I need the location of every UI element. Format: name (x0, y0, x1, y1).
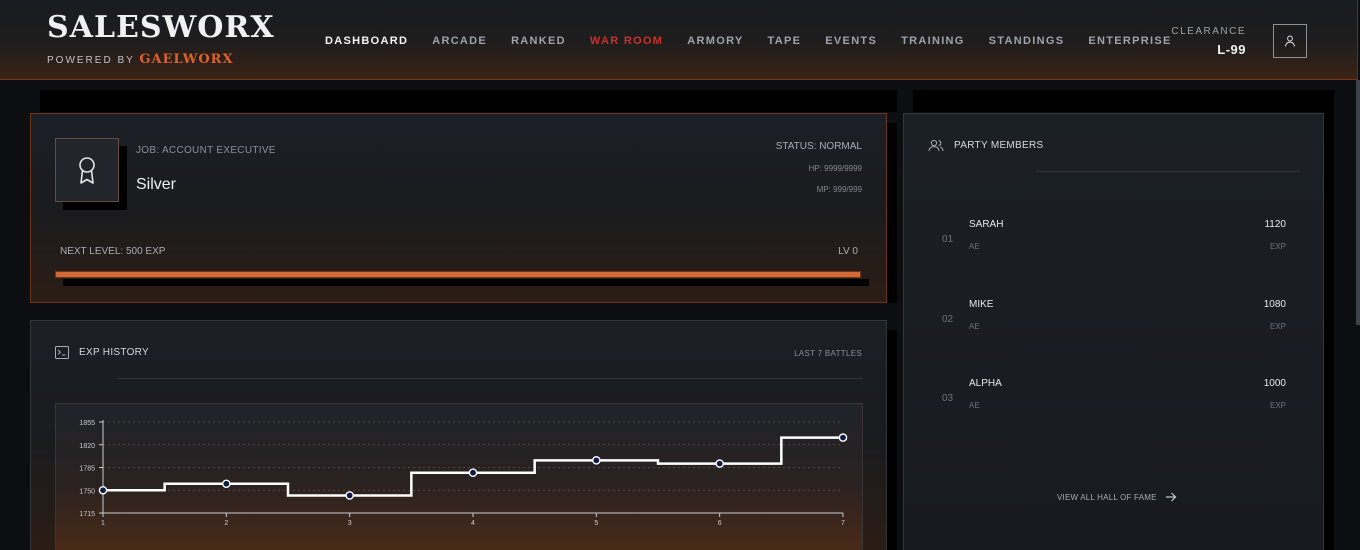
level-progress-bar (55, 271, 861, 278)
chart-y-tick-label: 1820 (79, 443, 95, 450)
nav-enterprise[interactable]: ENTERPRISE (1088, 35, 1171, 47)
rank-name: Silver (136, 176, 177, 193)
member-score: 1080 (1263, 299, 1286, 310)
nav-tape[interactable]: TAPE (768, 35, 802, 47)
next-level-text: NEXT LEVEL: 500 EXP (60, 246, 166, 257)
member-score-unit: EXP (1269, 401, 1286, 410)
chart-y-tick-label: 1855 (79, 420, 95, 427)
users-icon (928, 139, 944, 152)
party-header: PARTY MEMBERS (928, 139, 1043, 152)
terminal-icon (55, 346, 69, 359)
chart-x-tick-label: 3 (348, 520, 352, 527)
chart-x-tick-label: 1 (101, 520, 105, 527)
user-profile-button[interactable] (1273, 24, 1307, 58)
chart-x-tick-label: 6 (718, 520, 722, 527)
powered-by-label: POWERED BY (47, 55, 135, 66)
exp-history-card: EXP HISTORY LAST 7 BATTLES 1715 1750 1785 1… (30, 320, 887, 550)
member-role: AE (969, 242, 980, 251)
panel-shadow (913, 90, 1334, 112)
member-role: AE (969, 401, 980, 410)
chart-data-point (98, 485, 108, 495)
exp-chart-container: 1715 1750 1785 1820 1855 1 2 3 4 5 6 7 (55, 403, 863, 550)
nav-dashboard[interactable]: DASHBOARD (325, 35, 408, 47)
level-text: LV 0 (838, 246, 858, 257)
section-divider (117, 378, 863, 379)
brand-logo[interactable]: SALESWORX POWERED BY GAELWORX (47, 10, 275, 67)
nav-armory[interactable]: ARMORY (687, 35, 743, 47)
party-member-row[interactable]: 03 ALPHA AE 1000 EXP (928, 378, 1286, 428)
nav-war-room[interactable]: WAR ROOM (590, 35, 663, 47)
nav-arcade[interactable]: ARCADE (432, 35, 487, 47)
chart-data-point (468, 468, 478, 477)
main-nav: DASHBOARD ARCADE RANKED WAR ROOM ARMORY … (325, 35, 1196, 47)
status-text: STATUS: NORMAL (775, 141, 862, 152)
nav-events[interactable]: EVENTS (825, 35, 877, 47)
member-rank: 01 (942, 234, 954, 245)
nav-standings[interactable]: STANDINGS (989, 35, 1065, 47)
chart-x-tick-label: 7 (841, 520, 845, 527)
mp-text: MP: 999/999 (816, 185, 862, 194)
panel-shadow (887, 330, 897, 550)
rank-badge (55, 138, 119, 202)
member-name: SARAH (969, 219, 1004, 230)
chart-series-line (103, 436, 843, 497)
job-title: JOB: ACCOUNT EXECUTIVE (136, 145, 276, 156)
member-score: 1120 (1264, 219, 1286, 230)
member-name: ALPHA (969, 378, 1002, 389)
member-rank: 02 (942, 314, 954, 325)
brand-name: SALESWORX (47, 10, 275, 45)
level-progress-fill (56, 272, 860, 277)
party-member-row[interactable]: 02 MIKE AE 1080 EXP (928, 299, 1286, 349)
chart-x-tick-label: 4 (471, 520, 475, 527)
clearance-label: CLEARANCE (1171, 26, 1246, 37)
chart-data-point (222, 479, 231, 489)
exp-history-chart: 1715 1750 1785 1820 1855 1 2 3 4 5 6 7 (79, 420, 848, 527)
chart-data-point (838, 433, 848, 442)
member-rank: 03 (942, 393, 954, 404)
chart-y-tick-label: 1715 (79, 511, 95, 518)
party-members-card: PARTY MEMBERS 01 SARAH AE 1120 EXP 02 MI… (903, 113, 1324, 550)
clearance-display: CLEARANCE L-99 (1171, 26, 1246, 57)
member-role: AE (969, 322, 980, 331)
view-hall-of-fame-link[interactable]: VIEW ALL HALL OF FAME (1057, 492, 1177, 502)
member-score-unit: EXP (1269, 242, 1286, 251)
panel-shadow (40, 90, 897, 112)
party-member-row[interactable]: 01 SARAH AE 1120 EXP (928, 219, 1286, 269)
chart-data-point (592, 456, 601, 465)
view-all-label: VIEW ALL HALL OF FAME (1057, 492, 1157, 502)
top-header: SALESWORX POWERED BY GAELWORX DASHBOARD … (0, 0, 1358, 80)
chart-y-tick-label: 1785 (79, 466, 95, 473)
party-title: PARTY MEMBERS (954, 140, 1044, 151)
member-score: 1000 (1263, 378, 1286, 389)
clearance-value: L-99 (1217, 42, 1246, 57)
nav-training[interactable]: TRAINING (901, 35, 965, 47)
member-score-unit: EXP (1269, 322, 1286, 331)
member-name: MIKE (969, 299, 994, 310)
window-scrollbar[interactable] (1356, 80, 1360, 325)
award-ribbon-icon (79, 157, 95, 184)
brand-subline: POWERED BY GAELWORX (47, 52, 275, 67)
profile-card: JOB: ACCOUNT EXECUTIVE Silver STATUS: NO… (30, 113, 887, 303)
exp-history-title: EXP HISTORY (79, 347, 149, 358)
nav-ranked[interactable]: RANKED (511, 35, 566, 47)
arrow-right-icon (1165, 492, 1176, 502)
chart-x-tick-label: 2 (224, 520, 228, 527)
user-icon (1284, 35, 1296, 47)
chart-y-tick-label: 1750 (79, 488, 95, 495)
panel-shadow (887, 123, 897, 303)
chart-data-point (715, 459, 724, 468)
chart-x-tick-label: 5 (594, 520, 598, 527)
chart-data-point (345, 491, 354, 500)
panel-shadow (1324, 90, 1334, 550)
exp-history-range: LAST 7 BATTLES (794, 349, 862, 358)
exp-history-header: EXP HISTORY (55, 346, 149, 359)
hp-text: HP: 9999/9999 (808, 164, 862, 173)
section-divider (1036, 171, 1300, 172)
partner-brand: GAELWORX (139, 52, 234, 67)
